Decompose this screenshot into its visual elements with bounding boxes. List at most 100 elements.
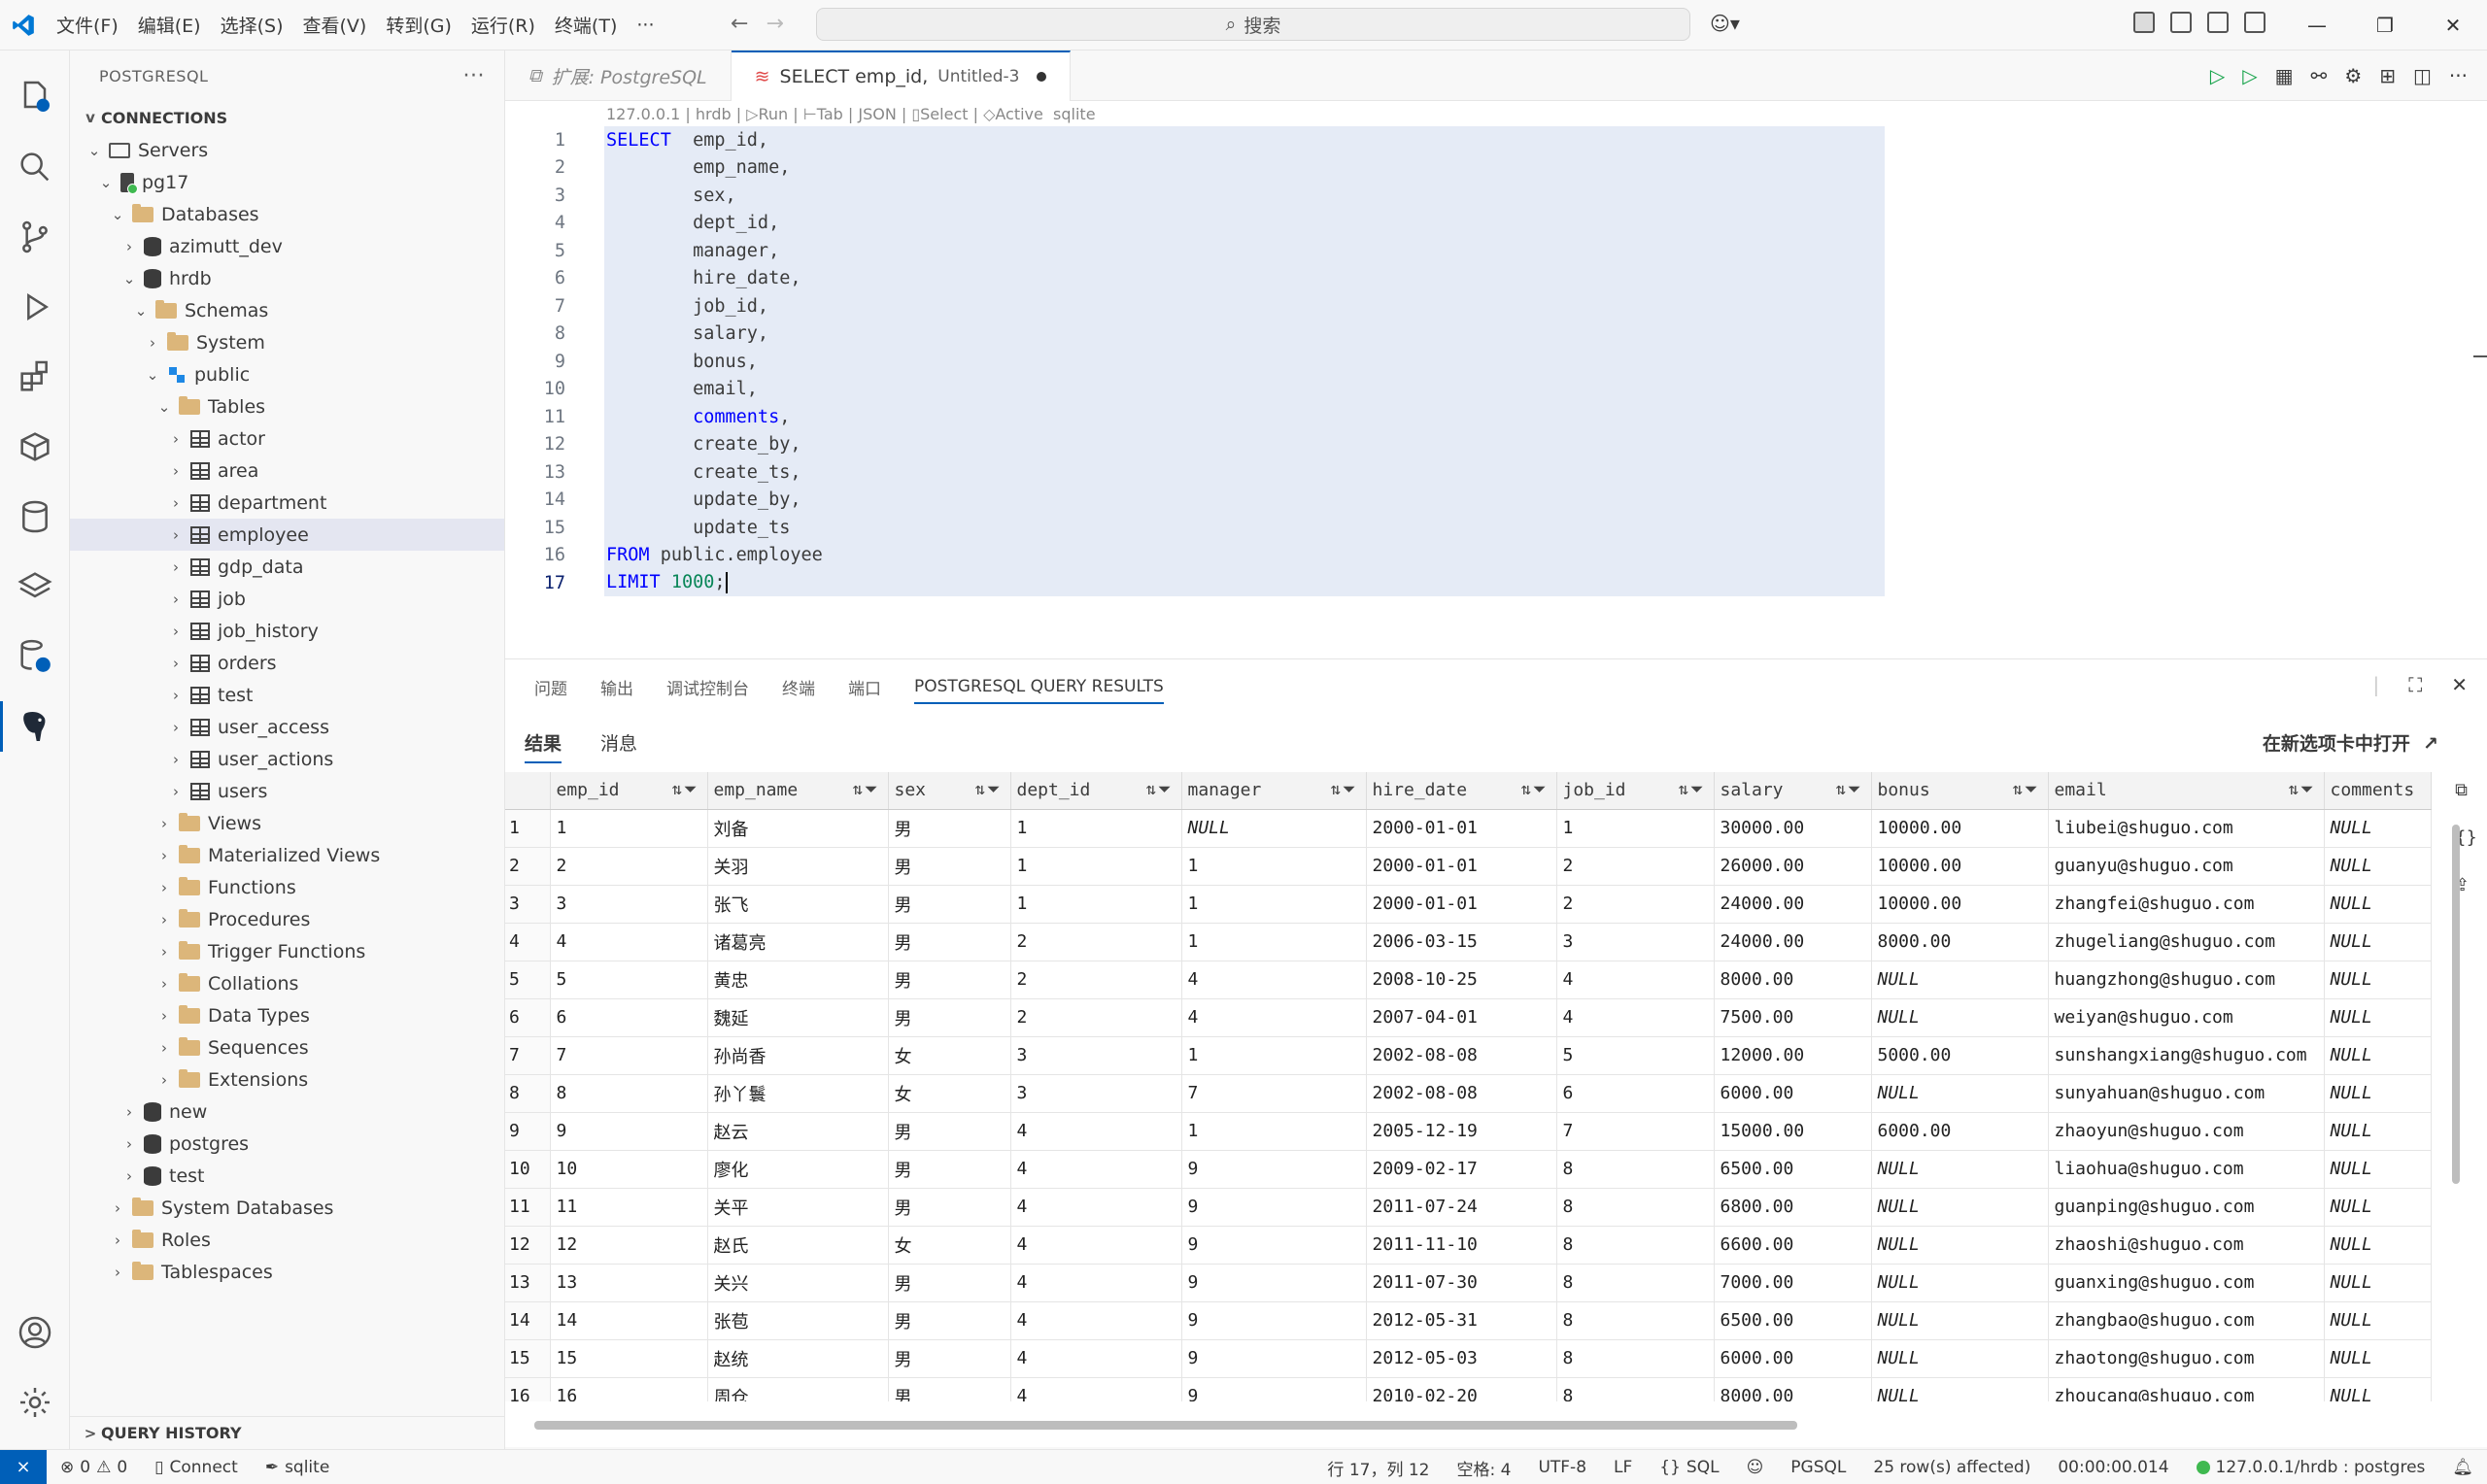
table-cell[interactable]: 2011-07-24 xyxy=(1366,1188,1557,1227)
table-cell[interactable]: weiyan@shuguo.com xyxy=(2048,998,2325,1037)
database-icon[interactable] xyxy=(0,482,70,552)
chevron-right-icon[interactable]: › xyxy=(153,975,175,993)
table-cell[interactable]: NULL xyxy=(1871,1377,2049,1401)
table-cell[interactable]: 5000.00 xyxy=(1871,1036,2049,1075)
search-icon[interactable] xyxy=(0,132,70,202)
table-cell[interactable]: NULL xyxy=(1871,1150,2049,1189)
sort-filter-icon[interactable]: ⇅⏷ xyxy=(2013,780,2040,799)
table-cell[interactable]: NULL xyxy=(1871,1301,2049,1340)
tree-item-user-access[interactable]: › user_access xyxy=(70,711,504,743)
table-cell[interactable]: 2 xyxy=(550,847,708,886)
table-cell[interactable]: NULL xyxy=(1871,1226,2049,1265)
table-cell[interactable]: 3 xyxy=(1010,1036,1182,1075)
chevron-right-icon[interactable]: › xyxy=(119,1103,140,1121)
chevron-right-icon[interactable]: › xyxy=(165,655,187,672)
chevron-right-icon[interactable]: › xyxy=(165,590,187,608)
tree-item-roles[interactable]: › Roles xyxy=(70,1224,504,1256)
connection-status[interactable]: 127.0.0.1/hrdb : postgres xyxy=(2183,1458,2439,1477)
chevron-right-icon[interactable]: › xyxy=(165,623,187,640)
table-cell[interactable]: 6 xyxy=(1556,1074,1715,1113)
table-icon[interactable]: ▦ xyxy=(2275,64,2294,87)
table-cell[interactable]: NULL xyxy=(2324,1377,2432,1401)
table-cell[interactable]: NULL xyxy=(2324,1226,2432,1265)
table-cell[interactable]: 2 xyxy=(1556,847,1715,886)
table-cell[interactable]: 2002-08-08 xyxy=(1366,1074,1557,1113)
sql-editor[interactable]: 127.0.0.1 | hrdb | ▷Run | ⊢Tab | JSON | … xyxy=(505,101,2487,658)
table-cell[interactable]: 赵氏 xyxy=(707,1226,889,1265)
table-cell[interactable]: 2 xyxy=(1010,923,1182,961)
column-header-email[interactable]: email ⇅⏷ xyxy=(2048,772,2325,810)
table-cell[interactable]: NULL xyxy=(2324,1339,2432,1378)
table-cell[interactable]: NULL xyxy=(2324,998,2432,1037)
chevron-right-icon[interactable]: › xyxy=(107,1264,128,1281)
table-cell[interactable]: huangzhong@shuguo.com xyxy=(2048,961,2325,999)
table-cell[interactable]: NULL xyxy=(2324,961,2432,999)
table-cell[interactable]: 1 xyxy=(1010,885,1182,924)
table-cell[interactable]: 男 xyxy=(888,1188,1011,1227)
table-cell[interactable]: 8 xyxy=(1556,1226,1715,1265)
table-cell[interactable]: 2009-02-17 xyxy=(1366,1150,1557,1189)
table-cell[interactable]: 8000.00 xyxy=(1871,923,2049,961)
maximize-panel-icon[interactable]: ⛶ xyxy=(2408,673,2422,696)
chevron-right-icon[interactable]: › xyxy=(153,879,175,896)
table-row[interactable]: 15 15 赵统男 4 9 2012-05-03 8 6000.00 NULL zhaotong@… xyxy=(505,1339,2432,1378)
tree-item-tables[interactable]: ⌄ Tables xyxy=(70,390,504,422)
tree-item-procedures[interactable]: › Procedures xyxy=(70,903,504,935)
notifications-bell-icon[interactable]: 🔔︎ xyxy=(2438,1458,2487,1477)
table-cell[interactable]: 7 xyxy=(550,1036,708,1075)
tree-item-orders[interactable]: › orders xyxy=(70,647,504,679)
table-cell[interactable]: 男 xyxy=(888,1264,1011,1302)
table-cell[interactable]: 男 xyxy=(888,998,1011,1037)
table-cell[interactable]: zhaotong@shuguo.com xyxy=(2048,1339,2325,1378)
sort-filter-icon[interactable]: ⇅⏷ xyxy=(2289,780,2316,799)
table-cell[interactable]: 4 xyxy=(1010,1339,1182,1378)
chevron-right-icon[interactable]: › xyxy=(165,494,187,512)
table-cell[interactable]: 2 xyxy=(1556,885,1715,924)
panel-tab-4[interactable]: 端口 xyxy=(848,675,881,699)
table-row[interactable]: 16 16 周仓男 4 9 2010-02-20 8 8000.00 NULL zhoucang@… xyxy=(505,1377,2432,1401)
minimize-icon[interactable]: — xyxy=(2283,0,2351,51)
table-cell[interactable]: 张飞 xyxy=(707,885,889,924)
tree-item-tablespaces[interactable]: › Tablespaces xyxy=(70,1256,504,1288)
indentation[interactable]: 空格: 4 xyxy=(1444,1456,1525,1480)
chevron-right-icon[interactable]: › xyxy=(153,1007,175,1025)
close-icon[interactable]: ✕ xyxy=(2419,0,2487,51)
panel-tab-0[interactable]: 问题 xyxy=(534,675,567,699)
open-in-new-tab-link[interactable]: 在新选项卡中打开 ↗ xyxy=(2263,729,2438,756)
tree-item-schemas[interactable]: ⌄ Schemas xyxy=(70,294,504,326)
chevron-right-icon[interactable]: › xyxy=(153,911,175,928)
account-icon[interactable] xyxy=(0,1298,70,1367)
table-cell[interactable]: 1 xyxy=(1181,1036,1367,1075)
results-horizontal-scrollbar[interactable] xyxy=(534,1417,2429,1433)
table-cell[interactable]: 9 xyxy=(1181,1264,1367,1302)
tree-item-new[interactable]: › new xyxy=(70,1096,504,1128)
table-cell[interactable]: NULL xyxy=(1871,1264,2049,1302)
table-cell[interactable]: 男 xyxy=(888,1377,1011,1401)
table-cell[interactable]: 15000.00 xyxy=(1714,1112,1872,1151)
table-cell[interactable]: 11 xyxy=(550,1188,708,1227)
table-cell[interactable]: 男 xyxy=(888,885,1011,924)
explorer-icon[interactable] xyxy=(0,62,70,132)
panel-tab-5[interactable]: POSTGRESQL QUERY RESULTS xyxy=(914,677,1164,704)
cursor-position[interactable]: 行 17，列 12 xyxy=(1313,1456,1443,1480)
chevron-right-icon[interactable]: › xyxy=(107,1231,128,1249)
table-cell[interactable]: 10000.00 xyxy=(1871,885,2049,924)
table-cell[interactable]: 赵云 xyxy=(707,1112,889,1151)
table-cell[interactable]: 4 xyxy=(1010,1264,1182,1302)
chevron-down-icon[interactable]: ⌄ xyxy=(142,366,163,384)
run-selection-icon[interactable]: ▷ xyxy=(2242,64,2257,87)
table-cell[interactable]: 12000.00 xyxy=(1714,1036,1872,1075)
table-cell[interactable]: 3 xyxy=(1010,1074,1182,1113)
table-cell[interactable]: 女 xyxy=(888,1074,1011,1113)
more-actions-icon[interactable]: ··· xyxy=(463,64,485,88)
table-cell[interactable]: 9 xyxy=(1181,1301,1367,1340)
database-history-icon[interactable] xyxy=(0,622,70,691)
tree-item-employee[interactable]: › employee xyxy=(70,519,504,551)
table-cell[interactable]: liaohua@shuguo.com xyxy=(2048,1150,2325,1189)
extensions-icon[interactable] xyxy=(0,342,70,412)
forward-arrow-icon[interactable]: → xyxy=(766,12,783,36)
table-cell[interactable]: NULL xyxy=(1871,998,2049,1037)
table-cell[interactable]: 黄忠 xyxy=(707,961,889,999)
run-debug-icon[interactable] xyxy=(0,272,70,342)
tree-item-postgres[interactable]: › postgres xyxy=(70,1128,504,1160)
